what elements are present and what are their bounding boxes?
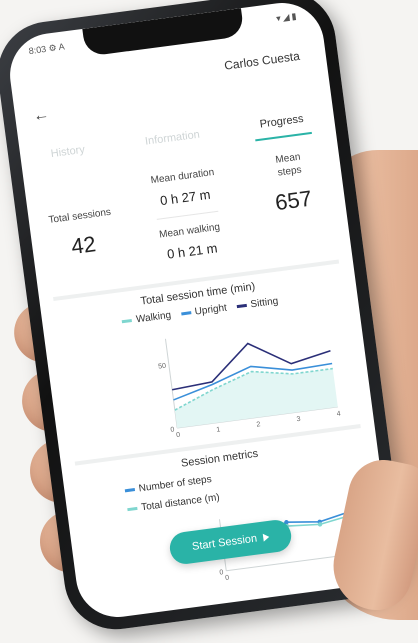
- legend-swatch: [236, 303, 247, 309]
- user-name: Carlos Cuesta: [223, 48, 301, 73]
- x-tick-label: 2: [256, 421, 261, 428]
- mean-steps-stat: Mean steps 657: [253, 149, 336, 265]
- chart-legend-session-metrics: Number of steps Total distance (m): [124, 473, 220, 515]
- y-tick-label: 50: [158, 363, 167, 371]
- mean-steps-value: 657: [273, 185, 314, 216]
- mean-duration-stat: Mean duration 0 h 27 m: [150, 163, 219, 212]
- x-tick-label: 4: [336, 411, 341, 418]
- x-tick-label: 3: [296, 416, 301, 423]
- status-left-icons: ⚙ A: [47, 41, 66, 54]
- status-time: 8:03: [28, 43, 47, 57]
- legend-label: Number of steps: [138, 473, 213, 495]
- mean-walking-label: Mean walking: [158, 221, 221, 241]
- legend-label: Upright: [194, 302, 228, 318]
- y-tick-label: 0: [170, 426, 175, 433]
- y-tick-label: 0: [219, 569, 224, 576]
- mean-steps-label: Mean steps: [274, 151, 303, 179]
- mean-walking-stat: Mean walking 0 h 21 m: [157, 210, 225, 267]
- status-right-icons: ▾◢▮: [275, 10, 300, 24]
- total-sessions-value: 42: [69, 231, 98, 260]
- tab-information[interactable]: Information: [138, 128, 207, 157]
- x-tick-label: 1: [216, 426, 221, 433]
- phone-screen: 8:03 ⚙ A ▾◢▮ Carlos Cuesta ← History Inf…: [4, 0, 396, 623]
- play-icon: [262, 532, 270, 542]
- mean-walking-value: 0 h 21 m: [166, 240, 219, 262]
- start-session-label: Start Session: [191, 532, 258, 554]
- legend-swatch: [127, 506, 138, 512]
- legend-label: Sitting: [249, 295, 279, 311]
- session-time-chart: 0 50 0 1 2 3 4: [158, 338, 341, 439]
- legend-swatch: [124, 488, 136, 493]
- stats-summary: Total sessions 42 Mean duration 0 h 27 m…: [40, 149, 336, 293]
- mean-duration-label: Mean duration: [150, 167, 215, 187]
- notch: [82, 8, 245, 57]
- legend-swatch: [122, 318, 133, 324]
- legend-label: Walking: [135, 309, 172, 326]
- x-tick-label: 0: [176, 432, 181, 439]
- legend-label: Total distance (m): [140, 492, 221, 514]
- tab-progress[interactable]: Progress: [253, 112, 312, 142]
- duration-walking-stats: Mean duration 0 h 27 m Mean walking 0 h …: [110, 158, 267, 284]
- legend-item-steps: Number of steps: [124, 473, 218, 496]
- legend-swatch: [180, 311, 192, 316]
- mean-duration-value: 0 h 27 m: [159, 186, 212, 208]
- legend-item-sitting: Sitting: [236, 296, 279, 312]
- x-tick-label: 0: [225, 575, 230, 582]
- back-arrow-icon[interactable]: ←: [32, 106, 50, 126]
- legend-item-distance: Total distance (m): [127, 492, 221, 515]
- total-sessions-label: Total sessions: [47, 206, 112, 226]
- tab-history[interactable]: History: [44, 143, 92, 169]
- legend-item-walking: Walking: [122, 310, 172, 327]
- legend-item-upright: Upright: [180, 302, 228, 320]
